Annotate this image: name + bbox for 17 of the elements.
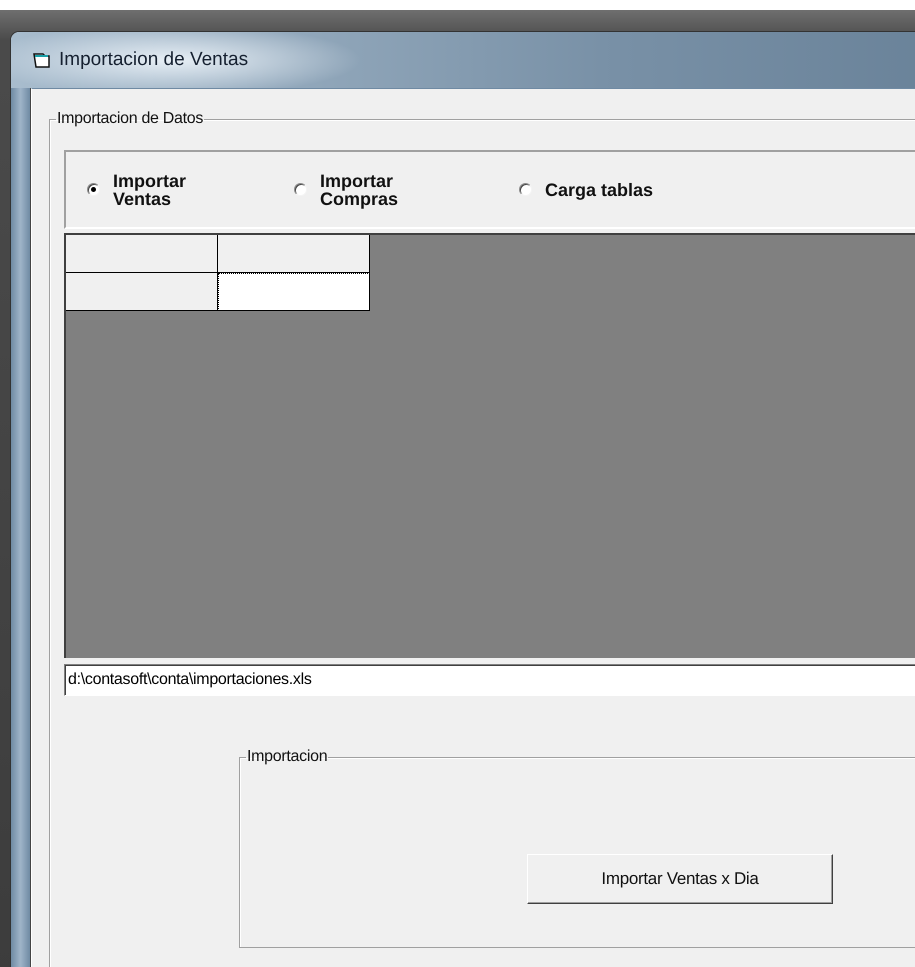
radio-label[interactable]: Carga tablas — [545, 180, 654, 198]
group-label: Importacion de Datos — [56, 110, 204, 128]
grid-cell[interactable] — [66, 273, 218, 311]
file-path-field[interactable]: d:\contasoft\conta\importaciones.xls — [64, 664, 915, 696]
data-grid[interactable] — [66, 235, 370, 311]
grid-cell[interactable] — [218, 235, 370, 273]
radio-button[interactable] — [87, 183, 100, 196]
radio-label[interactable]: Importar Ventas — [113, 172, 186, 208]
radio-button[interactable] — [519, 183, 532, 196]
group-label: Importacion — [246, 748, 328, 766]
radio-button[interactable] — [294, 183, 307, 196]
window-icon — [33, 52, 50, 68]
grid-cell[interactable] — [218, 273, 370, 311]
grid-cell[interactable] — [66, 235, 218, 273]
radio-label[interactable]: Importar Compras — [320, 172, 398, 208]
window-title: Importacion de Ventas — [59, 49, 248, 71]
import-button[interactable]: Importar Ventas x Dia — [527, 854, 833, 904]
